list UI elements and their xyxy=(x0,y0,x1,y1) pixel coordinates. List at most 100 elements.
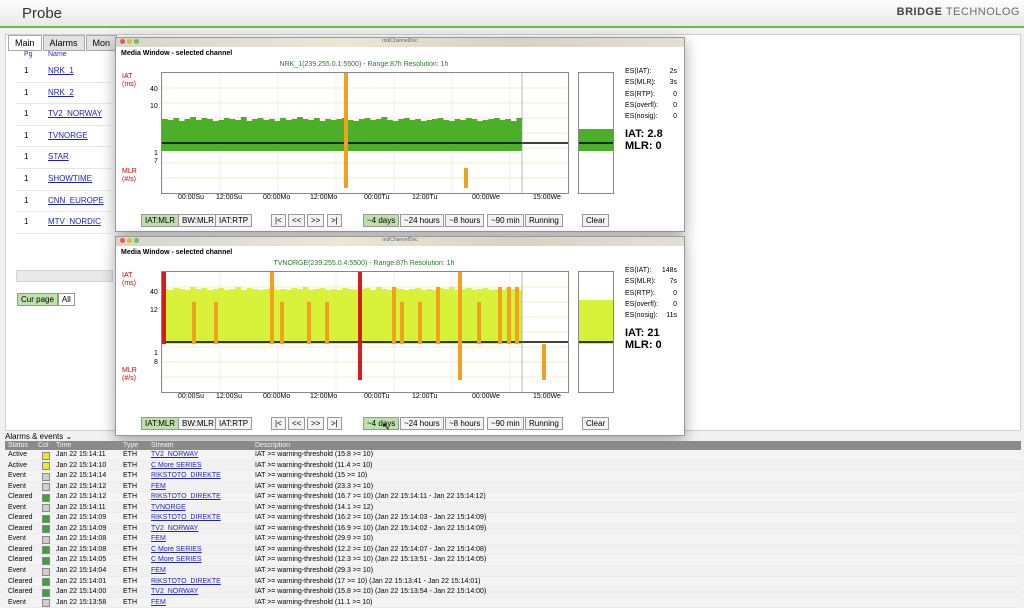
range-8h-button[interactable]: ~8 hours xyxy=(445,417,485,430)
tab-mon[interactable]: Mon xyxy=(85,35,118,51)
alarm-row[interactable]: Active Jan 22 15:14:11 ETH TV2_NORWAY IA… xyxy=(5,450,1021,461)
alarm-row[interactable]: Active Jan 22 15:14:10 ETH C More SERIES… xyxy=(5,461,1021,472)
channel-row[interactable]: 1 CNN_EUROPE xyxy=(16,191,111,213)
col-type[interactable]: Type xyxy=(123,442,138,449)
last-button[interactable]: >| xyxy=(327,214,342,227)
alarm-row[interactable]: Event Jan 22 15:14:08 ETH FEM IAT >= war… xyxy=(5,534,1021,545)
col-pg[interactable]: Pg xyxy=(16,51,48,58)
alarms-section-label[interactable]: Alarms & events ⌄ xyxy=(5,432,72,441)
first-button[interactable]: |< xyxy=(271,417,286,430)
alarm-stream-link[interactable]: RIKSTOTO_DIREKTE xyxy=(151,472,221,479)
iat-rtp-button[interactable]: IAT:RTP xyxy=(215,214,253,227)
iat-mlr-plot[interactable] xyxy=(161,72,569,194)
alarm-row[interactable]: Cleared Jan 22 15:14:09 ETH RIKSTOTO_DIR… xyxy=(5,513,1021,524)
alarm-stream-link[interactable]: C More SERIES xyxy=(151,462,202,469)
maximize-icon[interactable] xyxy=(134,238,139,243)
alarm-stream-link[interactable]: FEM xyxy=(151,483,166,490)
alarm-row[interactable]: Cleared Jan 22 15:14:01 ETH RIKSTOTO_DIR… xyxy=(5,576,1021,588)
channel-link[interactable]: NRK_1 xyxy=(48,66,74,75)
alarm-row[interactable]: Event Jan 22 15:14:11 ETH TVNORGE IAT >=… xyxy=(5,503,1021,514)
prev-button[interactable]: << xyxy=(288,214,306,227)
channel-row[interactable]: 1 NRK_2 xyxy=(16,83,111,105)
channel-row[interactable]: 1 MTV_NORDIC xyxy=(16,212,111,234)
channel-link[interactable]: TVNORGE xyxy=(48,131,88,140)
window-titlebar[interactable]: mdiChannelDoc xyxy=(116,38,684,47)
col-col[interactable]: Col xyxy=(38,442,49,449)
overview-plot[interactable] xyxy=(578,72,614,194)
next-button[interactable]: >> xyxy=(307,214,325,227)
alarm-stream-link[interactable]: TV2_NORWAY xyxy=(151,588,198,595)
window-controls[interactable] xyxy=(120,238,141,245)
iat-mlr-button[interactable]: IAT:MLR xyxy=(141,417,180,430)
col-stream[interactable]: Stream xyxy=(151,442,174,449)
iat-rtp-button[interactable]: IAT:RTP xyxy=(215,417,253,430)
alarm-row[interactable]: Cleared Jan 22 15:14:05 ETH C More SERIE… xyxy=(5,555,1021,567)
close-icon[interactable] xyxy=(120,238,125,243)
channel-row[interactable]: 1 NRK_1 xyxy=(16,61,111,83)
channel-link[interactable]: MTV_NORDIC xyxy=(48,217,101,226)
channel-link[interactable]: CNN_EUROPE xyxy=(48,196,104,205)
alarm-row[interactable]: Cleared Jan 22 15:14:00 ETH TV2_NORWAY I… xyxy=(5,587,1021,598)
channel-link[interactable]: STAR xyxy=(48,152,69,161)
alarm-row[interactable]: Event Jan 22 15:14:12 ETH FEM IAT >= war… xyxy=(5,482,1021,493)
alarm-stream-link[interactable]: FEM xyxy=(151,599,166,606)
all-button[interactable]: All xyxy=(57,293,75,306)
col-status[interactable]: Status xyxy=(8,442,28,449)
first-button[interactable]: |< xyxy=(271,214,286,227)
alarm-stream-link[interactable]: RIKSTOTO_DIREKTE xyxy=(151,493,221,500)
alarm-row[interactable]: Event Jan 22 15:14:04 ETH FEM IAT >= war… xyxy=(5,566,1021,577)
range-24h-button[interactable]: ~24 hours xyxy=(400,417,444,430)
overview-plot[interactable] xyxy=(578,271,614,393)
minimize-icon[interactable] xyxy=(127,39,132,44)
alarm-stream-link[interactable]: TVNORGE xyxy=(151,504,186,511)
range-8h-button[interactable]: ~8 hours xyxy=(445,214,485,227)
alarm-stream-link[interactable]: FEM xyxy=(151,567,166,574)
iat-mlr-button[interactable]: IAT:MLR xyxy=(141,214,180,227)
channel-row[interactable]: 1 TV2_NORWAY xyxy=(16,104,111,126)
media-window-nrk1[interactable]: mdiChannelDoc Media Window - selected ch… xyxy=(115,37,685,232)
tab-main[interactable]: Main xyxy=(8,35,42,51)
bw-mlr-button[interactable]: BW:MLR xyxy=(178,214,218,227)
channel-link[interactable]: NRK_2 xyxy=(48,88,74,97)
alarm-stream-link[interactable]: TV2_NORWAY xyxy=(151,451,198,458)
last-button[interactable]: >| xyxy=(327,417,342,430)
col-time[interactable]: Time xyxy=(56,442,71,449)
channel-row[interactable]: 1 STAR xyxy=(16,147,111,169)
channel-link[interactable]: TV2_NORWAY xyxy=(48,109,102,118)
cur-page-button[interactable]: Cur page xyxy=(17,293,58,306)
running-button[interactable]: Running xyxy=(525,417,563,430)
next-button[interactable]: >> xyxy=(307,417,325,430)
window-titlebar[interactable]: mdiChannelDoc xyxy=(116,237,684,246)
channel-row[interactable]: 1 SHOWTIME xyxy=(16,169,111,191)
range-90min-button[interactable]: ~90 min xyxy=(487,214,524,227)
range-24h-button[interactable]: ~24 hours xyxy=(400,214,444,227)
running-button[interactable]: Running xyxy=(525,214,563,227)
alarm-stream-link[interactable]: C More SERIES xyxy=(151,546,202,553)
alarm-row[interactable]: Event Jan 22 15:14:14 ETH RIKSTOTO_DIREK… xyxy=(5,471,1021,482)
alarm-stream-link[interactable]: TV2_NORWAY xyxy=(151,525,198,532)
col-name[interactable]: Name xyxy=(48,51,67,58)
bw-mlr-button[interactable]: BW:MLR xyxy=(178,417,218,430)
alarm-stream-link[interactable]: RIKSTOTO_DIREKTE xyxy=(151,578,221,585)
channel-row[interactable]: 1 TVNORGE xyxy=(16,126,111,148)
media-window-tvnorge[interactable]: mdiChannelDoc Media Window - selected ch… xyxy=(115,236,685,436)
tab-alarms[interactable]: Alarms xyxy=(42,35,85,51)
alarm-row[interactable]: Cleared Jan 22 15:14:12 ETH RIKSTOTO_DIR… xyxy=(5,492,1021,503)
alarm-stream-link[interactable]: FEM xyxy=(151,535,166,542)
iat-mlr-plot[interactable] xyxy=(161,271,569,393)
channel-link[interactable]: SHOWTIME xyxy=(48,174,92,183)
alarm-row[interactable]: Cleared Jan 22 15:14:08 ETH C More SERIE… xyxy=(5,545,1021,556)
minimize-icon[interactable] xyxy=(127,238,132,243)
clear-button[interactable]: Clear xyxy=(582,417,610,430)
col-description[interactable]: Description xyxy=(255,442,290,449)
alarm-row[interactable]: Event Jan 22 15:13:58 ETH FEM IAT >= war… xyxy=(5,597,1021,608)
prev-button[interactable]: << xyxy=(288,417,306,430)
close-icon[interactable] xyxy=(120,39,125,44)
alarm-stream-link[interactable]: RIKSTOTO_DIREKTE xyxy=(151,514,221,521)
clear-button[interactable]: Clear xyxy=(582,214,610,227)
chevron-down-icon[interactable]: ⌄ xyxy=(65,432,72,441)
alarm-row[interactable]: Cleared Jan 22 15:14:09 ETH TV2_NORWAY I… xyxy=(5,524,1021,535)
alarm-stream-link[interactable]: C More SERIES xyxy=(151,556,202,563)
range-4days-button[interactable]: ~4 days xyxy=(363,214,400,227)
maximize-icon[interactable] xyxy=(134,39,139,44)
